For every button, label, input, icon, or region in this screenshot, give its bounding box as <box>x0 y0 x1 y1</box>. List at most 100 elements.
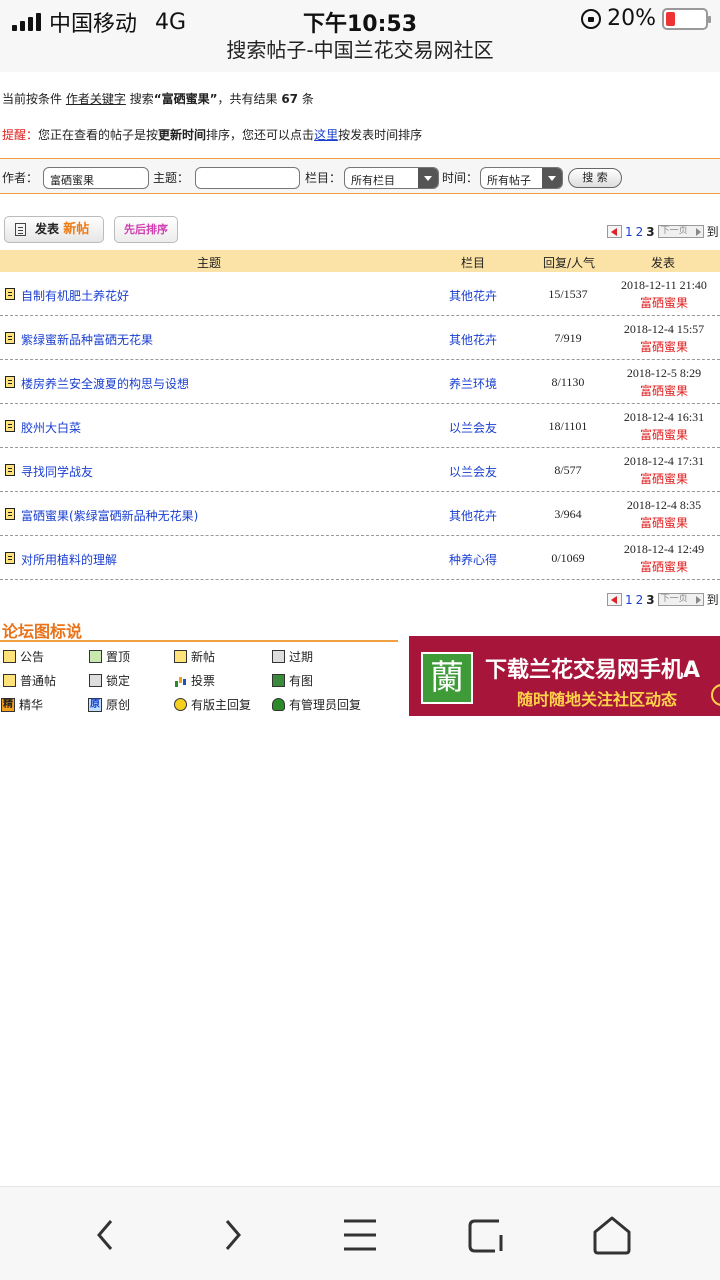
page-link-1[interactable]: 1 <box>625 593 633 607</box>
search-button[interactable]: 搜 索 <box>568 168 622 188</box>
lock-icon <box>89 674 102 687</box>
topic-stats: 15/1537 <box>548 287 588 301</box>
image-icon <box>272 674 285 687</box>
table-row[interactable]: 对所用植料的理解 种养心得 0/1069 2018-12-4 12:49 富硒蜜果 <box>0 536 720 580</box>
goto-label: 到 <box>706 593 719 607</box>
header-subject: 主题 <box>197 256 222 270</box>
circle-icon <box>711 684 720 706</box>
topic-title-link[interactable]: 楼房养兰安全渡夏的构思与设想 <box>21 375 189 392</box>
page-link-1[interactable]: 1 <box>625 225 633 239</box>
legend-elite: 精精华 <box>1 697 44 712</box>
topic-author-link[interactable]: 富硒蜜果 <box>612 558 716 575</box>
topic-title-link[interactable]: 富硒蜜果(紫绿富硒新品种无花果) <box>21 507 198 524</box>
table-header: 主题 栏目 回复/人气 发表 <box>0 250 720 272</box>
elite-icon: 精 <box>1 697 15 712</box>
pin-icon <box>89 650 102 663</box>
table-row[interactable]: 胶州大白菜 以兰会友 18/1101 2018-12-4 16:31 富硒蜜果 <box>0 404 720 448</box>
legend-normal: 普通帖 <box>3 672 56 689</box>
topic-icon <box>5 288 15 300</box>
legend-title: 论坛图标说 <box>2 622 83 641</box>
next-page-button[interactable]: 下一页 <box>657 225 704 238</box>
topic-column-link[interactable]: 以兰会友 <box>449 419 497 436</box>
topic-column-link[interactable]: 其他花卉 <box>449 331 497 348</box>
topic-column-link[interactable]: 种养心得 <box>449 551 497 568</box>
table-row[interactable]: 自制有机肥土养花好 其他花卉 15/1537 2018-12-11 21:40 富硒蜜果 <box>0 272 720 316</box>
tabs-icon <box>468 1219 503 1253</box>
goto-label: 到 <box>706 225 719 239</box>
pagination-top: 1 2 3 下一页 到 <box>607 223 719 240</box>
legend-image: 有图 <box>272 672 313 689</box>
table-row[interactable]: 楼房养兰安全渡夏的构思与设想 养兰环境 8/1130 2018-12-5 8:29 富硒… <box>0 360 720 404</box>
sort-tip: 提醒：您正在查看的帖子是按更新时间排序，您还可以点击这里按发表时间排序 <box>2 128 423 142</box>
legend-vote: 投票 <box>174 672 215 689</box>
page-current: 3 <box>646 592 655 607</box>
legend-original: 原原创 <box>88 697 131 712</box>
condition-type: 作者关键字 <box>65 92 126 106</box>
menu-button[interactable] <box>338 1213 382 1257</box>
author-input[interactable]: 富硒蜜果 <box>43 167 149 189</box>
search-condition: 当前按条件 作者关键字 搜索“富硒蜜果”，共有结果 67 条 <box>2 92 314 106</box>
expired-icon <box>272 650 285 663</box>
back-button[interactable] <box>84 1213 128 1257</box>
legend-mod-reply: 有版主回复 <box>174 696 251 713</box>
page-link-2[interactable]: 2 <box>636 225 644 239</box>
prev-page-icon[interactable] <box>607 225 622 238</box>
topic-author-link[interactable]: 富硒蜜果 <box>612 514 716 531</box>
normal-post-icon <box>3 674 16 687</box>
time-select[interactable]: 所有帖子 <box>480 167 563 189</box>
pagination-bottom: 1 2 3 下一页 到 <box>607 591 719 608</box>
search-form: 作者： 富硒蜜果 主题： 栏目： 所有栏目 时间： 所有帖子 搜 索 <box>0 158 720 194</box>
sort-order-button[interactable]: 先后排序 <box>114 216 178 243</box>
topic-icon <box>5 376 15 388</box>
home-button[interactable] <box>590 1213 634 1257</box>
topic-stats: 0/1069 <box>551 551 585 565</box>
forward-button[interactable] <box>210 1213 254 1257</box>
topic-title-link[interactable]: 寻找同学战友 <box>21 463 93 480</box>
page-title: 搜索帖子-中国兰花交易网社区 <box>0 40 720 72</box>
header-post: 发表 <box>651 256 676 270</box>
tabs-button[interactable] <box>465 1213 509 1257</box>
topic-title-link[interactable]: 自制有机肥土养花好 <box>21 287 129 304</box>
legend-admin-reply: 有管理员回复 <box>272 696 361 713</box>
topic-author-link[interactable]: 富硒蜜果 <box>612 294 716 311</box>
legend-new: 新帖 <box>174 648 215 665</box>
header-stats: 回复/人气 <box>543 256 596 270</box>
topic-author-link[interactable]: 富硒蜜果 <box>612 338 716 355</box>
topic-column-link[interactable]: 其他花卉 <box>449 287 497 304</box>
topic-title-link[interactable]: 胶州大白菜 <box>21 419 81 436</box>
banner-headline: 下载兰花交易网手机A <box>485 658 701 683</box>
prev-page-icon[interactable] <box>607 593 622 606</box>
topic-date: 2018-12-4 17:31 <box>623 454 705 468</box>
page-link-2[interactable]: 2 <box>636 593 644 607</box>
topic-stats: 18/1101 <box>548 419 588 433</box>
topic-date: 2018-12-4 12:49 <box>623 542 705 556</box>
search-keyword: “富硒蜜果” <box>153 92 218 106</box>
topic-author-link[interactable]: 富硒蜜果 <box>612 382 716 399</box>
topic-date: 2018-12-4 16:31 <box>623 410 705 424</box>
table-row[interactable]: 紫绿蜜新品种富硒无花果 其他花卉 7/919 2018-12-4 15:57 富硒蜜果 <box>0 316 720 360</box>
topic-stats: 3/964 <box>554 507 582 521</box>
topic-author-link[interactable]: 富硒蜜果 <box>612 470 716 487</box>
topic-title-link[interactable]: 对所用植料的理解 <box>21 551 117 568</box>
column-select[interactable]: 所有栏目 <box>344 167 439 189</box>
new-post-button[interactable]: 发表 新帖 <box>4 216 104 243</box>
topic-title-link[interactable]: 紫绿蜜新品种富硒无花果 <box>21 331 153 348</box>
battery-area: 20% <box>581 6 711 31</box>
sort-by-post-time-link[interactable]: 这里 <box>314 128 338 142</box>
topic-author-link[interactable]: 富硒蜜果 <box>612 426 716 443</box>
browser-navbar <box>0 1186 720 1280</box>
table-row[interactable]: 寻找同学战友 以兰会友 8/577 2018-12-4 17:31 富硒蜜果 <box>0 448 720 492</box>
topic-column-link[interactable]: 养兰环境 <box>449 375 497 392</box>
table-row[interactable]: 富硒蜜果(紫绿富硒新品种无花果) 其他花卉 3/964 2018-12-4 8:35 富… <box>0 492 720 536</box>
legend-announce: 公告 <box>3 648 44 665</box>
topic-column-link[interactable]: 其他花卉 <box>449 507 497 524</box>
legend-expired: 过期 <box>272 648 313 665</box>
rotation-lock-icon <box>581 8 602 29</box>
document-icon <box>15 223 26 236</box>
battery-icon <box>662 7 711 30</box>
subject-input[interactable] <box>195 167 300 189</box>
app-download-banner[interactable]: 蘭 下载兰花交易网手机A 随时随地关注社区动态 <box>409 636 720 716</box>
next-page-button[interactable]: 下一页 <box>657 593 704 606</box>
topic-icon <box>5 508 15 520</box>
topic-column-link[interactable]: 以兰会友 <box>449 463 497 480</box>
